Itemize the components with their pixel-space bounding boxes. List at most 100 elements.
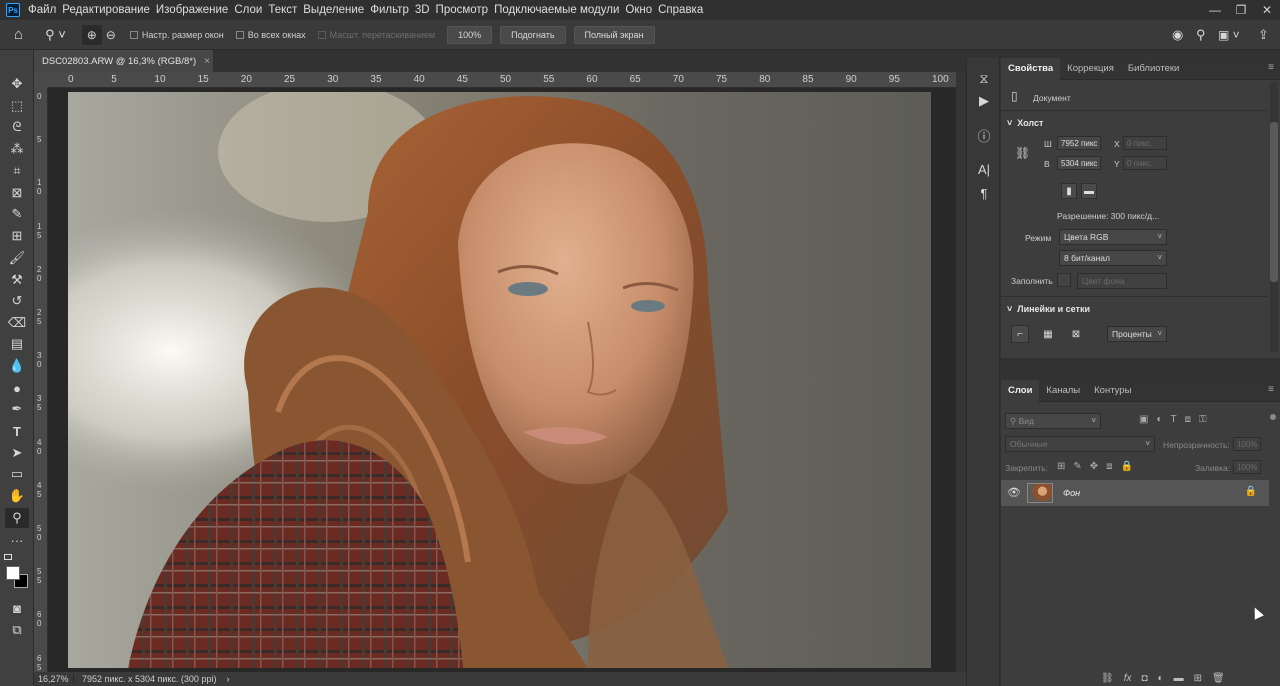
- add-mask-icon[interactable]: ◘: [1141, 673, 1147, 684]
- blend-mode-select[interactable]: Обычные ˅: [1005, 436, 1155, 452]
- fill-screen-button[interactable]: Полный экран: [573, 25, 655, 44]
- screen-mode-icon[interactable]: ⧉: [5, 620, 29, 640]
- workspace-icon[interactable]: ▣ ˅: [1218, 28, 1240, 42]
- move-tool-icon[interactable]: ✥: [5, 74, 29, 94]
- menu-file[interactable]: Файл: [28, 4, 62, 16]
- fill-opacity-field[interactable]: 100%: [1233, 460, 1261, 474]
- link-layers-icon[interactable]: ⛓: [1101, 673, 1114, 684]
- ruler-corner[interactable]: [34, 72, 48, 88]
- history-icon[interactable]: ⧖: [975, 70, 993, 88]
- tab-properties[interactable]: Свойства: [1001, 57, 1061, 80]
- more-tools-icon[interactable]: ···: [5, 530, 29, 550]
- close-window-icon[interactable]: ✕: [1254, 0, 1280, 20]
- paragraph-icon[interactable]: ¶: [975, 184, 993, 202]
- menu-window[interactable]: Окно: [625, 4, 658, 16]
- healing-brush-icon[interactable]: ⊞: [5, 226, 29, 246]
- lock-icons[interactable]: ⊞✎✥⧈🔒: [1057, 461, 1141, 472]
- height-field[interactable]: 5304 пикс: [1057, 156, 1101, 170]
- search-icon[interactable]: ⚲: [1196, 27, 1206, 43]
- layer-filter-icons[interactable]: ▣◐T⧈⚿: [1139, 414, 1215, 425]
- character-icon[interactable]: A|: [975, 160, 993, 178]
- pen-tool-icon[interactable]: ✒: [5, 399, 29, 419]
- eyedropper-icon[interactable]: ✎: [5, 204, 29, 224]
- tab-libraries[interactable]: Библиотеки: [1121, 58, 1186, 80]
- layers-scrollbar[interactable]: [1270, 410, 1278, 470]
- color-mode-select[interactable]: Цвета RGB ˅: [1059, 229, 1167, 245]
- gradient-icon[interactable]: ▤: [5, 334, 29, 354]
- opacity-field[interactable]: 100%: [1233, 437, 1261, 451]
- lasso-tool-icon[interactable]: ᘓ: [5, 117, 29, 137]
- menu-select[interactable]: Выделение: [303, 4, 370, 16]
- path-selection-icon[interactable]: ➤: [5, 443, 29, 463]
- zoom-in-icon[interactable]: ⊕: [81, 24, 102, 45]
- canvas-section-header[interactable]: ˅ Холст: [1007, 118, 1043, 128]
- adjustment-layer-icon[interactable]: ◐: [1158, 673, 1164, 684]
- minimize-icon[interactable]: —: [1202, 0, 1228, 20]
- layer-name[interactable]: Фон: [1063, 488, 1080, 498]
- zoom-tool-icon[interactable]: ⚲: [5, 508, 29, 528]
- info-icon[interactable]: ⓘ: [975, 126, 993, 144]
- magic-wand-icon[interactable]: ⁂: [5, 139, 29, 159]
- landscape-orientation-icon[interactable]: ▬: [1081, 183, 1097, 199]
- document-image[interactable]: [68, 92, 931, 668]
- ruler-toggle-icon[interactable]: ⌐: [1011, 325, 1029, 343]
- cloud-user-icon[interactable]: ◉: [1172, 27, 1183, 43]
- zoom-100-button[interactable]: 100%: [447, 25, 493, 44]
- quick-mask-icon[interactable]: ◙: [5, 598, 29, 618]
- scrubby-zoom-checkbox[interactable]: Масшт. перетаскиванием: [317, 30, 435, 40]
- all-windows-checkbox[interactable]: Во всех окнах: [235, 30, 306, 40]
- layers-menu-icon[interactable]: ≡: [1268, 384, 1274, 395]
- zoom-out-icon[interactable]: ⊖: [106, 28, 116, 42]
- menu-image[interactable]: Изображение: [156, 4, 234, 16]
- menu-filter[interactable]: Фильтр: [370, 4, 415, 16]
- resize-windows-checkbox[interactable]: Настр. размер окон: [129, 30, 224, 40]
- photoshop-logo-icon[interactable]: Ps: [6, 3, 20, 17]
- share-icon[interactable]: ⇪: [1258, 27, 1269, 43]
- menu-help[interactable]: Справка: [658, 4, 709, 16]
- marquee-tool-icon[interactable]: ⬚: [5, 96, 29, 116]
- y-field[interactable]: 0 пикс.: [1123, 156, 1167, 170]
- clone-stamp-icon[interactable]: ⚒: [5, 270, 29, 290]
- ruler-units-select[interactable]: Проценты ˅: [1107, 326, 1167, 342]
- properties-scrollbar[interactable]: [1270, 82, 1278, 352]
- type-tool-icon[interactable]: T: [5, 421, 29, 441]
- zoom-level[interactable]: 16,27%: [34, 674, 74, 684]
- history-brush-icon[interactable]: ↺: [5, 291, 29, 311]
- dodge-tool-icon[interactable]: ●: [5, 378, 29, 398]
- home-icon[interactable]: ⌂: [14, 26, 23, 43]
- close-tab-icon[interactable]: ×: [204, 56, 210, 67]
- tab-layers[interactable]: Слои: [1001, 379, 1040, 402]
- layer-filter-select[interactable]: ⚲ Вид ˅: [1005, 413, 1101, 429]
- foreground-color-swatch[interactable]: [6, 566, 20, 580]
- blur-tool-icon[interactable]: 💧: [5, 356, 29, 376]
- fill-select[interactable]: Цвет фона: [1077, 273, 1167, 289]
- brush-tool-icon[interactable]: 🖌: [5, 248, 29, 268]
- tab-channels[interactable]: Каналы: [1039, 380, 1087, 402]
- layer-row-background[interactable]: 👁 Фон 🔒: [1001, 480, 1269, 506]
- width-field[interactable]: 7952 пикс: [1057, 136, 1101, 150]
- fx-icon[interactable]: fx: [1124, 673, 1132, 684]
- default-colors-icon[interactable]: [4, 554, 12, 560]
- layer-visibility-eye-icon[interactable]: 👁: [1007, 486, 1021, 499]
- frame-tool-icon[interactable]: ⊠: [5, 183, 29, 203]
- layer-lock-icon[interactable]: 🔒: [1245, 486, 1257, 497]
- rectangle-tool-icon[interactable]: ▭: [5, 464, 29, 484]
- fit-screen-button[interactable]: Подогнать: [500, 25, 566, 44]
- menu-3d[interactable]: 3D: [415, 4, 436, 16]
- menu-layers[interactable]: Слои: [234, 4, 268, 16]
- portrait-orientation-icon[interactable]: ▮: [1061, 183, 1077, 199]
- actions-play-icon[interactable]: ▶: [975, 92, 993, 110]
- restore-icon[interactable]: ❐: [1228, 0, 1254, 20]
- status-expand-icon[interactable]: ›: [226, 674, 229, 684]
- tab-paths[interactable]: Контуры: [1087, 380, 1138, 402]
- zoom-tool-preset-icon[interactable]: ⚲ ˅: [45, 27, 66, 43]
- x-field[interactable]: 0 пикс.: [1123, 136, 1167, 150]
- document-tab[interactable]: DSC02803.ARW @ 16,3% (RGB/8*) ×: [34, 50, 214, 72]
- link-dimensions-icon[interactable]: ⛓: [1015, 146, 1030, 160]
- grid-toggle-icon[interactable]: ▦: [1039, 325, 1057, 343]
- panel-menu-icon[interactable]: ≡: [1268, 62, 1274, 73]
- vertical-ruler[interactable]: 0 5 1 0 1 5 2 0 2 5 3 0 3 5 4 0 4 5 5 0 5 5 6 0 6 5: [34, 88, 48, 672]
- color-swatches[interactable]: [4, 554, 30, 590]
- hand-tool-icon[interactable]: ✋: [5, 486, 29, 506]
- guides-toggle-icon[interactable]: ⊠: [1067, 325, 1085, 343]
